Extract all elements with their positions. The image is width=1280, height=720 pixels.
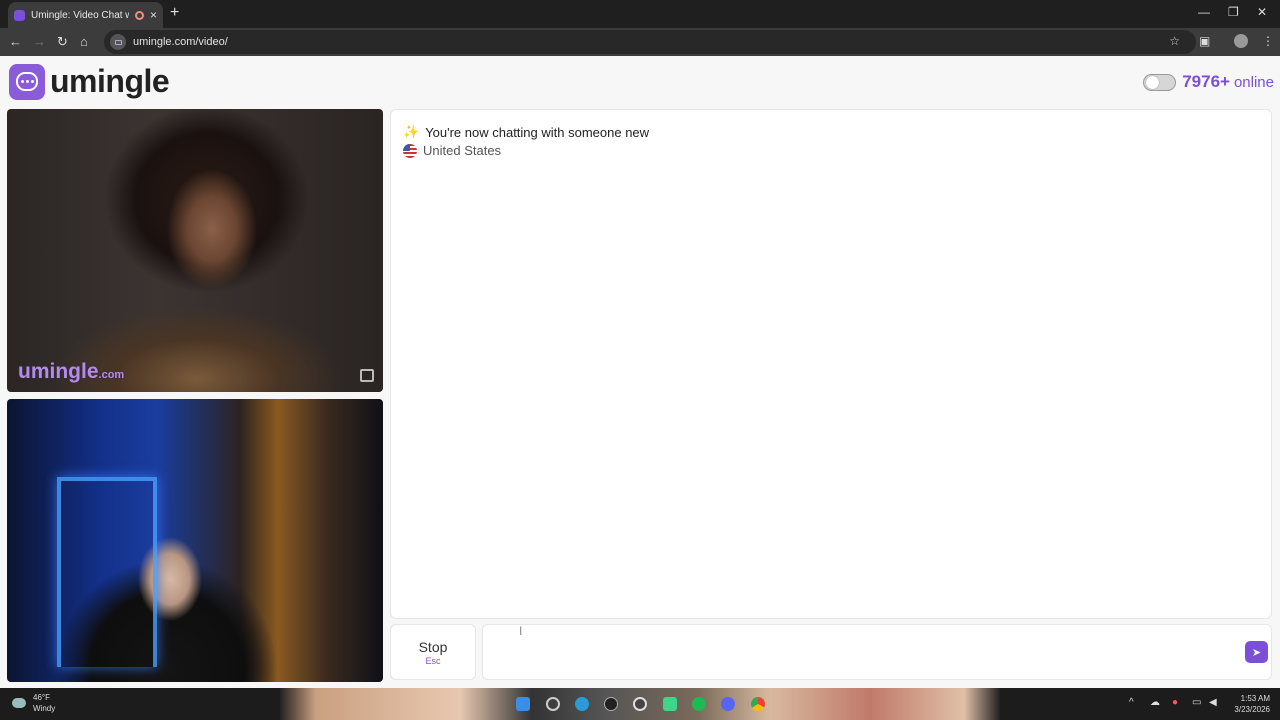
restore-button[interactable]: ❐ [1228, 5, 1239, 19]
status-text: You're now chatting with someone new [425, 124, 650, 140]
online-label: online [1233, 73, 1274, 91]
tab-title: Umingle: Video Chat with St [31, 9, 129, 21]
weather-condition: Windy [33, 704, 56, 713]
send-icon: ➤ [1251, 646, 1262, 659]
microphone-icon[interactable]: ● [1172, 697, 1178, 708]
new-tab-button[interactable]: + [170, 4, 179, 22]
tab-close-icon[interactable]: × [150, 8, 157, 22]
app-green-icon[interactable] [663, 697, 677, 711]
stop-shortcut: Esc [425, 655, 441, 666]
clock-time: 1:53 AM [1240, 694, 1270, 703]
umingle-logo[interactable]: umingle [9, 63, 170, 100]
url-text: umingle.com/video/ [133, 36, 228, 48]
profile-avatar-icon[interactable] [1234, 34, 1248, 48]
logo-text: umingle [50, 63, 170, 99]
network-icon[interactable]: ▭ [1192, 697, 1201, 708]
obs-icon[interactable] [604, 697, 618, 711]
spotify-icon[interactable] [692, 697, 706, 711]
back-icon[interactable]: ← [9, 34, 22, 49]
theme-toggle[interactable] [1143, 73, 1177, 91]
wind-icon [12, 698, 26, 708]
minimize-button[interactable]: — [1198, 5, 1210, 19]
clock-date: 3/23/2026 [1234, 705, 1270, 714]
browser-toolbar: ← → ↻ ⌂ umingle.com/video/ ☆ ▣ ⋮ [0, 28, 1280, 56]
country-name: United States [423, 143, 502, 158]
volume-icon[interactable]: ◀ [1209, 697, 1217, 708]
temperature: 46°F [33, 693, 50, 702]
app-ring-icon[interactable] [633, 697, 647, 711]
window-close-button[interactable]: ✕ [1257, 5, 1267, 19]
umingle-favicon-icon [14, 9, 25, 21]
menu-kebab-icon[interactable]: ⋮ [1262, 34, 1274, 48]
site-info-icon[interactable] [110, 34, 126, 50]
search-icon[interactable] [546, 697, 560, 711]
chat-panel: ✨ You're now chatting with someone new U… [390, 109, 1272, 619]
stop-button[interactable]: Stop Esc [390, 624, 476, 680]
country-row: United States [403, 143, 501, 158]
browser-tab[interactable]: Umingle: Video Chat with St × [8, 2, 163, 28]
bookmark-star-icon[interactable]: ☆ [1169, 34, 1180, 48]
forward-icon[interactable]: → [33, 34, 46, 49]
report-flag-icon[interactable] [360, 369, 374, 382]
sparkle-icon: ✨ [403, 124, 420, 139]
browser-tab-bar: Umingle: Video Chat with St × + — ❐ ✕ [0, 0, 1280, 28]
side-panel-icon[interactable]: ▣ [1199, 34, 1210, 48]
us-flag-icon [403, 143, 417, 158]
windows-taskbar: 46°F Windy ^ ☁ ● ▭ ◀ 1:53 AM 3/23/2026 [0, 688, 1280, 720]
stranger-video: umingle.com [7, 109, 383, 392]
edge-icon[interactable] [575, 697, 589, 711]
onedrive-icon[interactable]: ☁ [1150, 697, 1160, 708]
windows-start-icon[interactable] [516, 697, 530, 711]
neon-light-decoration [57, 477, 157, 667]
weather-widget[interactable]: 46°F Windy [12, 692, 55, 714]
chat-bubble-logo-icon [9, 63, 45, 100]
message-input[interactable] [482, 624, 1272, 680]
self-video [7, 399, 383, 682]
system-clock[interactable]: 1:53 AM 3/23/2026 [1234, 693, 1270, 715]
home-icon[interactable]: ⌂ [80, 34, 88, 49]
umingle-page: umingle 7976+ online umingle.com ✨ You'r… [0, 56, 1280, 688]
reload-icon[interactable]: ↻ [57, 34, 68, 50]
discord-icon[interactable] [721, 697, 735, 711]
send-button[interactable]: ➤ [1245, 641, 1268, 663]
stop-label: Stop [418, 638, 448, 655]
chat-status-message: ✨ You're now chatting with someone new [403, 124, 649, 140]
online-indicator: 7976+ online [1143, 72, 1274, 92]
tray-overflow-icon[interactable]: ^ [1129, 697, 1134, 708]
umingle-watermark: umingle.com [18, 360, 125, 383]
text-cursor-icon: I [519, 624, 523, 638]
recording-indicator-icon [134, 10, 144, 20]
chrome-icon[interactable] [751, 697, 765, 711]
online-count: 7976+ [1182, 72, 1230, 91]
address-bar[interactable]: umingle.com/video/ [104, 30, 1196, 54]
